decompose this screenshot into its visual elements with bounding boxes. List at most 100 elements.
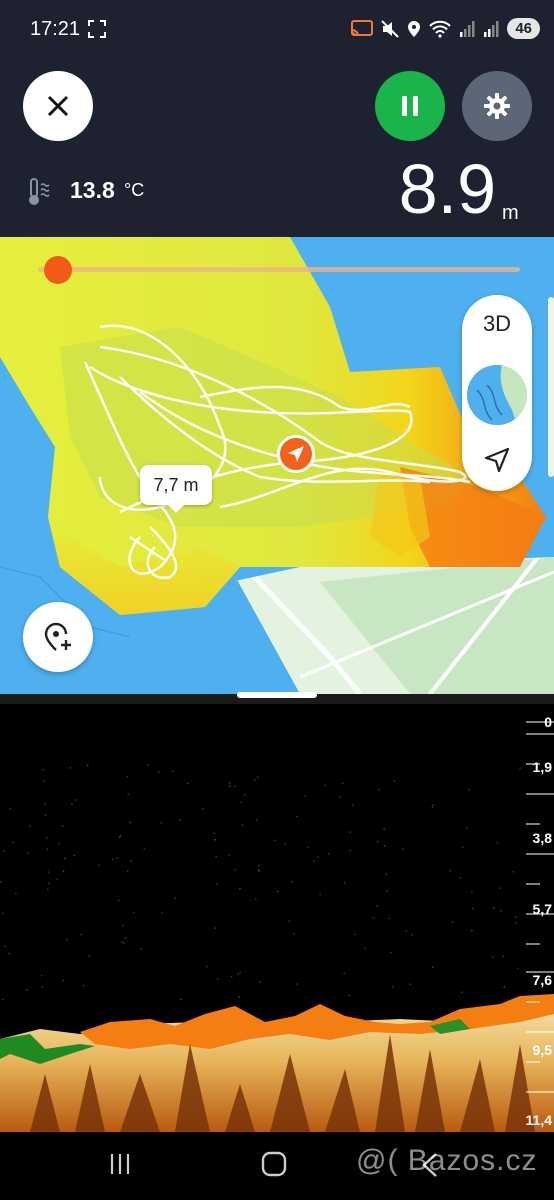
side-panel-handle[interactable] <box>548 297 554 477</box>
sonar-noise-dot <box>132 911 135 914</box>
sonar-noise-dot <box>234 785 236 788</box>
sonar-noise-dot <box>493 907 495 909</box>
sonar-noise-dot <box>98 864 100 867</box>
sonar-noise-dot <box>161 911 163 914</box>
sonar-noise-dot <box>405 930 408 932</box>
sonar-noise-dot <box>116 857 118 860</box>
sonar-noise-dot <box>393 780 396 782</box>
sonar-noise-dot <box>258 864 260 867</box>
sonar-noise-dot <box>243 794 246 796</box>
sonar-noise-dot <box>3 850 6 852</box>
sonar-noise-dot <box>304 795 306 798</box>
sonar-noise-dot <box>239 971 241 974</box>
sonar-noise-dot <box>121 941 123 944</box>
map-layer-button[interactable] <box>467 365 527 425</box>
battery-badge: 46 <box>507 18 540 39</box>
sonar-noise-dot <box>376 840 379 843</box>
split-drag-handle[interactable] <box>237 692 317 698</box>
sonar-noise-dot <box>186 782 189 784</box>
pause-icon <box>402 96 418 116</box>
sonar-noise-dot <box>519 767 521 769</box>
sonar-noise-dot <box>515 922 517 924</box>
sonar-noise-dot <box>160 822 163 824</box>
sonar-noise-dot <box>124 937 127 939</box>
sonar-noise-dot <box>503 986 505 988</box>
sonar-noise-dot <box>386 890 388 892</box>
bathymetric-map[interactable]: 7,7 m 3D <box>0 237 554 694</box>
settings-button[interactable] <box>462 71 532 141</box>
sonar-noise-dot <box>491 956 494 959</box>
sonar-noise-dot <box>26 852 29 855</box>
sonar-noise-dot <box>409 983 411 985</box>
signal-icon-2 <box>484 20 499 37</box>
sonar-noise-dot <box>468 789 470 791</box>
depth-scale-label: 9,5 <box>532 1042 552 1058</box>
sonar-noise-dot <box>26 989 28 991</box>
sonar-noise-dot <box>296 983 298 985</box>
sonar-noise-dot <box>80 933 82 936</box>
sonar-noise-dot <box>349 831 351 833</box>
sonar-noise-dot <box>86 764 89 767</box>
sonar-noise-dot <box>8 952 11 955</box>
sonar-noise-dot <box>284 843 286 845</box>
sonar-noise-dot <box>58 842 61 845</box>
sonar-noise-dot <box>45 837 48 839</box>
sonar-noise-dot <box>44 814 47 816</box>
sonar-noise-dot <box>449 869 451 872</box>
depth-scale-label: 11,4 <box>525 1112 552 1128</box>
close-button[interactable] <box>23 71 93 141</box>
add-location-icon <box>44 622 71 651</box>
depth-unit: m <box>502 202 519 224</box>
boat-position-marker <box>277 435 315 473</box>
sonar-noise-dot <box>4 945 6 947</box>
top-panel: 13.8 °C 8.9 m <box>0 60 554 237</box>
signal-icon <box>460 20 475 37</box>
sonar-noise-dot <box>237 973 239 975</box>
sonar-noise-dot <box>206 965 208 968</box>
pause-button[interactable] <box>375 71 445 141</box>
sonar-noise-dot <box>293 933 295 935</box>
sonar-noise-dot <box>234 869 236 871</box>
sonar-view: 0 1,9 3,8 5,7 7,6 9,5 11,4 <box>0 704 554 1132</box>
home-icon[interactable] <box>261 1151 287 1177</box>
sonar-noise-dot <box>127 793 130 795</box>
locate-icon[interactable] <box>482 445 512 475</box>
sonar-noise-dot <box>392 985 394 988</box>
sonar-noise-dot <box>257 869 260 871</box>
sonar-noise-dot <box>12 841 14 844</box>
sonar-noise-dot <box>216 883 218 885</box>
location-icon <box>408 20 421 37</box>
sonar-noise-dot <box>40 974 43 977</box>
sonar-noise-dot <box>352 804 354 806</box>
sonar-noise-dot <box>0 880 2 883</box>
sonar-noise-dot <box>171 770 174 773</box>
sonar-noise-dot <box>82 984 85 987</box>
sonar-noise-dot <box>431 804 434 806</box>
sonar-noise-dot <box>238 996 240 998</box>
sonar-noise-dot <box>471 929 473 932</box>
timeline-track[interactable] <box>38 267 520 272</box>
sonar-noise-dot <box>179 819 181 822</box>
timeline-thumb[interactable] <box>44 256 72 284</box>
toggle-3d-button[interactable]: 3D <box>462 311 532 337</box>
add-waypoint-button[interactable] <box>23 602 93 672</box>
sonar-noise-dot <box>364 947 366 950</box>
sonar-noise-dot <box>496 842 499 844</box>
sonar-noise-dot <box>288 920 291 923</box>
sonar-noise-dot <box>390 951 392 954</box>
sonar-noise-dot <box>256 776 259 778</box>
sonar-noise-dot <box>214 927 216 929</box>
status-icons: 46 <box>351 18 540 39</box>
status-bar: 17:21 46 <box>0 0 554 60</box>
sonar-noise-dot <box>143 848 146 851</box>
status-time: 17:21 <box>30 18 81 40</box>
sonar-noise-dot <box>401 848 404 850</box>
sonar-noise-dot <box>9 807 11 810</box>
sonar-noise-dot <box>229 785 231 787</box>
sonar-noise-dot <box>466 827 468 829</box>
map-controls: 3D <box>462 295 532 491</box>
map-layer-thumbnail <box>467 365 527 425</box>
sonar-noise-dot <box>122 925 124 927</box>
sonar-noise-dot <box>313 860 315 862</box>
recent-apps-icon[interactable] <box>108 1152 132 1176</box>
